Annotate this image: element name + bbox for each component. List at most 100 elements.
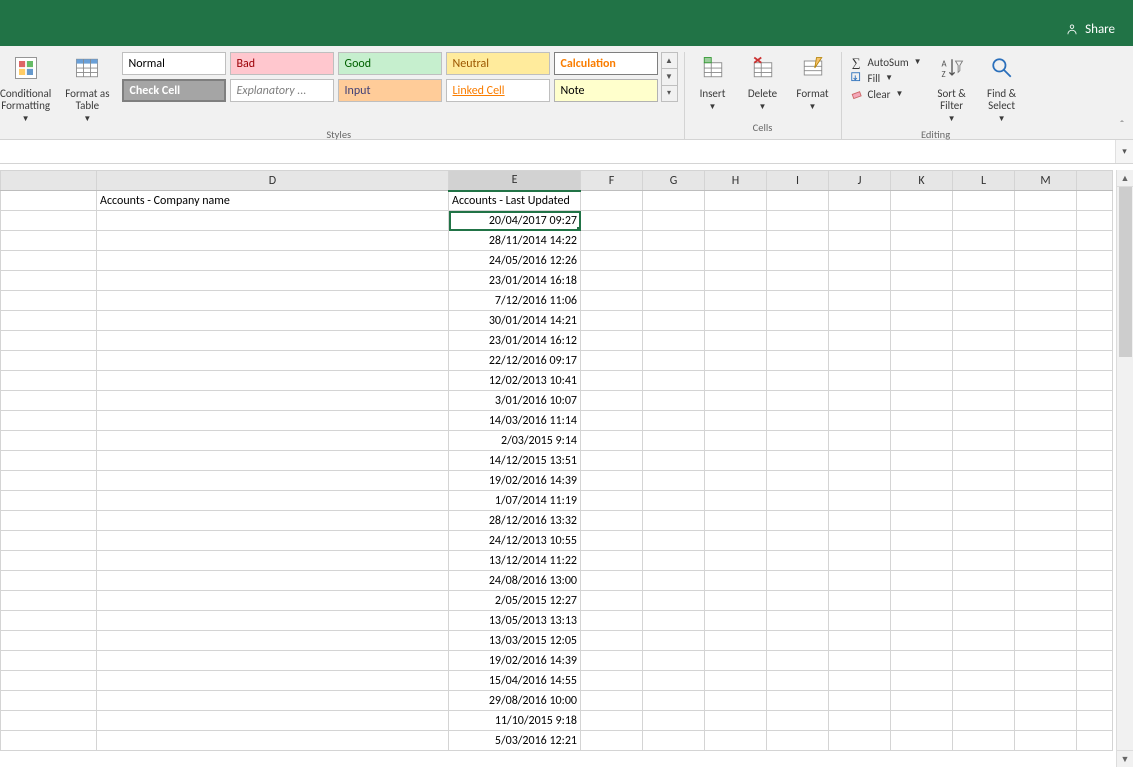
cell[interactable] bbox=[705, 431, 767, 451]
cell[interactable] bbox=[1077, 471, 1113, 491]
cell-date[interactable]: 3/01/2016 10:07 bbox=[449, 391, 581, 411]
cell[interactable] bbox=[581, 291, 643, 311]
cell-date[interactable]: 13/12/2014 11:22 bbox=[449, 551, 581, 571]
cell[interactable] bbox=[705, 371, 767, 391]
cell[interactable] bbox=[891, 671, 953, 691]
cell[interactable] bbox=[829, 411, 891, 431]
cell[interactable] bbox=[891, 391, 953, 411]
cell[interactable] bbox=[1, 311, 97, 331]
cell[interactable] bbox=[767, 631, 829, 651]
cell-date[interactable]: 23/01/2014 16:12 bbox=[449, 331, 581, 351]
cell[interactable] bbox=[97, 631, 449, 651]
cell[interactable] bbox=[1077, 251, 1113, 271]
cell[interactable] bbox=[581, 671, 643, 691]
cell[interactable] bbox=[97, 671, 449, 691]
cell[interactable] bbox=[97, 331, 449, 351]
cell[interactable] bbox=[97, 591, 449, 611]
scrollbar-track[interactable] bbox=[1117, 187, 1133, 750]
cell[interactable] bbox=[1, 571, 97, 591]
cell[interactable] bbox=[97, 411, 449, 431]
cell[interactable] bbox=[953, 251, 1015, 271]
cell[interactable] bbox=[705, 471, 767, 491]
cell[interactable] bbox=[705, 651, 767, 671]
cell[interactable] bbox=[767, 551, 829, 571]
cell[interactable] bbox=[581, 271, 643, 291]
cell[interactable] bbox=[1, 391, 97, 411]
cell[interactable] bbox=[829, 431, 891, 451]
column-header-L[interactable]: L bbox=[953, 171, 1015, 191]
cell[interactable] bbox=[953, 451, 1015, 471]
cell[interactable] bbox=[891, 251, 953, 271]
cell-date[interactable]: 14/03/2016 11:14 bbox=[449, 411, 581, 431]
cell[interactable] bbox=[1077, 571, 1113, 591]
cell[interactable] bbox=[1, 331, 97, 351]
header-accounts-last-updated[interactable]: Accounts - Last Updated bbox=[449, 191, 581, 211]
cell[interactable] bbox=[97, 391, 449, 411]
cell[interactable] bbox=[1015, 651, 1077, 671]
vertical-scrollbar[interactable]: ▲ ▼ bbox=[1116, 170, 1133, 767]
cell[interactable] bbox=[643, 511, 705, 531]
cell[interactable] bbox=[953, 571, 1015, 591]
cell[interactable] bbox=[1, 731, 97, 751]
cell-date[interactable]: 5/03/2016 12:21 bbox=[449, 731, 581, 751]
cell[interactable] bbox=[829, 231, 891, 251]
cell[interactable] bbox=[643, 231, 705, 251]
cell[interactable] bbox=[1, 371, 97, 391]
cell[interactable] bbox=[767, 271, 829, 291]
cell[interactable] bbox=[581, 631, 643, 651]
style-good[interactable]: Good bbox=[338, 52, 442, 75]
cell[interactable] bbox=[829, 191, 891, 211]
cell[interactable] bbox=[891, 591, 953, 611]
column-header-stub[interactable] bbox=[1, 171, 97, 191]
cell[interactable] bbox=[643, 391, 705, 411]
fill-button[interactable]: Fill ▼ bbox=[848, 70, 924, 86]
cell-styles-gallery[interactable]: Normal Bad Good Neutral Calculation Chec… bbox=[120, 52, 660, 102]
cell[interactable] bbox=[1015, 351, 1077, 371]
cell[interactable] bbox=[97, 311, 449, 331]
cell[interactable] bbox=[705, 291, 767, 311]
cell[interactable] bbox=[829, 331, 891, 351]
cell[interactable] bbox=[829, 471, 891, 491]
cell[interactable] bbox=[1077, 311, 1113, 331]
cell[interactable] bbox=[1077, 711, 1113, 731]
cell[interactable] bbox=[643, 351, 705, 371]
cell[interactable] bbox=[1015, 491, 1077, 511]
cell[interactable] bbox=[953, 551, 1015, 571]
cell[interactable] bbox=[767, 211, 829, 231]
cell[interactable] bbox=[581, 251, 643, 271]
cell-date[interactable]: 24/05/2016 12:26 bbox=[449, 251, 581, 271]
styles-scroll-down[interactable]: ▼ bbox=[662, 69, 677, 85]
cell[interactable] bbox=[581, 431, 643, 451]
cell[interactable] bbox=[643, 631, 705, 651]
cell[interactable] bbox=[705, 411, 767, 431]
cell[interactable] bbox=[1077, 271, 1113, 291]
cell[interactable] bbox=[581, 711, 643, 731]
cell[interactable] bbox=[953, 671, 1015, 691]
cell[interactable] bbox=[767, 651, 829, 671]
cell[interactable] bbox=[1015, 311, 1077, 331]
cell[interactable] bbox=[829, 371, 891, 391]
cell[interactable] bbox=[97, 371, 449, 391]
cell[interactable] bbox=[643, 591, 705, 611]
cell[interactable] bbox=[97, 291, 449, 311]
cell[interactable] bbox=[581, 311, 643, 331]
cell[interactable] bbox=[1077, 351, 1113, 371]
cell[interactable] bbox=[953, 291, 1015, 311]
cell[interactable] bbox=[767, 711, 829, 731]
cell[interactable] bbox=[1, 231, 97, 251]
cell[interactable] bbox=[705, 731, 767, 751]
cell[interactable] bbox=[1077, 731, 1113, 751]
cell[interactable] bbox=[767, 691, 829, 711]
cell-date[interactable]: 11/10/2015 9:18 bbox=[449, 711, 581, 731]
styles-scroll-up[interactable]: ▲ bbox=[662, 53, 677, 69]
cell[interactable] bbox=[767, 451, 829, 471]
spreadsheet-grid[interactable]: D E F G H I J K L M Accounts - Company n… bbox=[0, 170, 1113, 751]
cell[interactable] bbox=[581, 591, 643, 611]
style-calculation[interactable]: Calculation bbox=[554, 52, 658, 75]
cell-date[interactable]: 19/02/2016 14:39 bbox=[449, 651, 581, 671]
cell[interactable] bbox=[1, 431, 97, 451]
cell[interactable] bbox=[829, 491, 891, 511]
cell[interactable] bbox=[643, 491, 705, 511]
cell[interactable] bbox=[97, 451, 449, 471]
cell-date[interactable]: 2/03/2015 9:14 bbox=[449, 431, 581, 451]
